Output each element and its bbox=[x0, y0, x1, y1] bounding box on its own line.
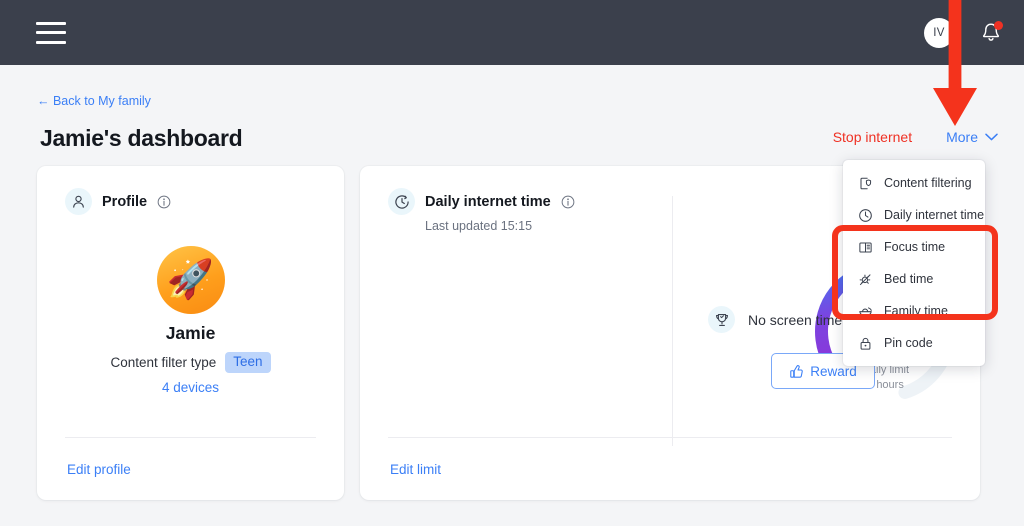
menu-item-label: Family time bbox=[884, 304, 948, 318]
food-bowl-icon bbox=[857, 303, 873, 319]
notification-dot bbox=[994, 21, 1003, 30]
profile-avatar: 🚀 bbox=[157, 246, 225, 314]
page-title: Jamie's dashboard bbox=[40, 125, 242, 152]
avatar-initials: IV bbox=[933, 27, 944, 39]
more-label: More bbox=[946, 129, 978, 145]
lock-icon bbox=[857, 335, 873, 351]
profile-card-title: Profile bbox=[102, 194, 147, 210]
card-vertical-divider bbox=[672, 196, 673, 446]
more-menu-button[interactable]: More bbox=[946, 129, 998, 145]
trophy-icon bbox=[708, 306, 735, 333]
menu-item-label: Focus time bbox=[884, 240, 945, 254]
edit-profile-link[interactable]: Edit profile bbox=[67, 462, 131, 477]
chevron-down-icon bbox=[985, 133, 998, 141]
menu-item-content-filtering[interactable]: Content filtering bbox=[843, 167, 985, 199]
notifications-button[interactable] bbox=[980, 21, 1002, 45]
more-dropdown-menu: Content filtering Daily internet time Fo… bbox=[843, 160, 985, 366]
hamburger-icon[interactable] bbox=[36, 22, 66, 44]
content-filter-row: Content filter type Teen bbox=[37, 352, 344, 373]
devices-link[interactable]: 4 devices bbox=[37, 380, 344, 395]
menu-item-label: Content filtering bbox=[884, 176, 972, 190]
content-filter-label: Content filter type bbox=[110, 355, 216, 370]
daily-card-divider bbox=[388, 437, 952, 438]
profile-name: Jamie bbox=[37, 323, 344, 344]
menu-item-daily-internet-time[interactable]: Daily internet time bbox=[843, 199, 985, 231]
info-icon[interactable] bbox=[157, 195, 171, 209]
user-icon bbox=[65, 188, 92, 215]
open-book-icon bbox=[857, 239, 873, 255]
menu-item-focus-time[interactable]: Focus time bbox=[843, 231, 985, 263]
menu-item-pin-code[interactable]: Pin code bbox=[843, 327, 985, 359]
profile-avatar-emoji: 🚀 bbox=[167, 261, 214, 299]
content-filter-badge: Teen bbox=[225, 352, 270, 373]
header-actions: Stop internet More bbox=[833, 129, 998, 145]
menu-item-label: Bed time bbox=[884, 272, 933, 286]
app-bar: IV bbox=[0, 0, 1024, 65]
no-sun-icon bbox=[857, 271, 873, 287]
clock-icon bbox=[388, 188, 415, 215]
menu-item-label: Pin code bbox=[884, 336, 933, 350]
clock-icon bbox=[857, 207, 873, 223]
daily-card-title: Daily internet time bbox=[425, 194, 551, 210]
menu-item-bed-time[interactable]: Bed time bbox=[843, 263, 985, 295]
menu-item-label: Daily internet time bbox=[884, 208, 984, 222]
stop-internet-button[interactable]: Stop internet bbox=[833, 129, 912, 145]
thumbs-up-icon bbox=[789, 364, 804, 379]
edit-limit-link[interactable]: Edit limit bbox=[390, 462, 441, 477]
avatar[interactable]: IV bbox=[924, 18, 954, 48]
phone-shield-icon bbox=[857, 175, 873, 191]
info-icon[interactable] bbox=[561, 195, 575, 209]
profile-card-divider bbox=[65, 437, 316, 438]
menu-item-family-time[interactable]: Family time bbox=[843, 295, 985, 327]
profile-card-header: Profile bbox=[37, 166, 344, 215]
dashboard-page: IV ← Back to My family Jamie's dashboard… bbox=[0, 0, 1024, 526]
breadcrumb-back-link[interactable]: ← Back to My family bbox=[37, 94, 151, 108]
profile-card: Profile 🚀 Jamie Content filter type Teen… bbox=[37, 166, 344, 500]
